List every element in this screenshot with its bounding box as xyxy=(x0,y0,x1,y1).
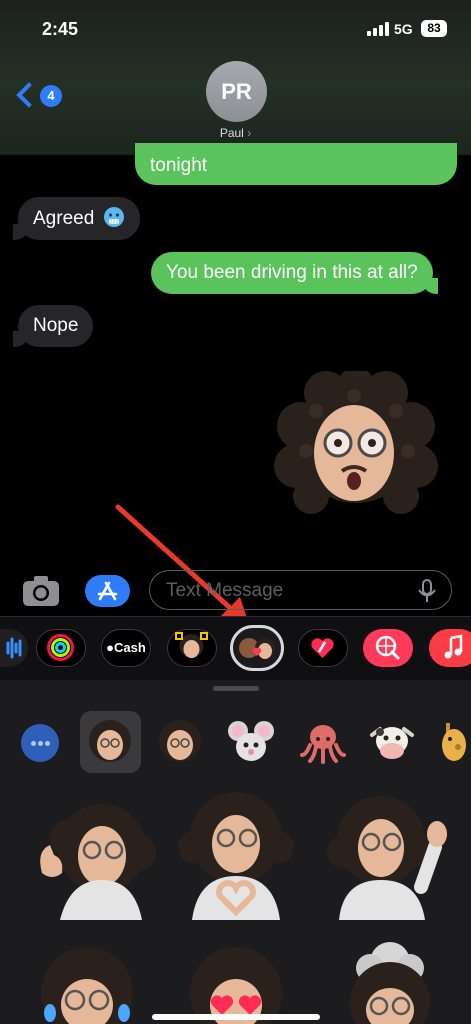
message-bubble-outgoing[interactable]: You been driving in this at all? xyxy=(151,252,438,294)
app-activity[interactable] xyxy=(36,629,86,667)
soundwave-icon xyxy=(6,637,22,659)
octopus-icon[interactable] xyxy=(298,717,348,767)
app-memoji-stickers[interactable] xyxy=(230,625,284,671)
signal-icon xyxy=(367,22,389,36)
more-stickers-button[interactable] xyxy=(21,724,59,762)
drawer-grabber[interactable] xyxy=(213,686,259,691)
activity-rings-icon xyxy=(47,634,74,661)
sticker-mind-blown[interactable] xyxy=(326,940,454,1024)
sticker-laughing[interactable] xyxy=(22,945,152,1024)
app-images-search[interactable] xyxy=(363,629,413,667)
memoji-face-icon xyxy=(175,632,208,658)
message-bubble-incoming[interactable]: Nope xyxy=(12,305,94,347)
app-music[interactable] xyxy=(429,629,471,667)
cold-face-emoji-icon xyxy=(103,207,124,227)
camera-icon[interactable] xyxy=(22,575,60,607)
message-input-placeholder: Text Message xyxy=(166,580,284,601)
heart-icon xyxy=(311,638,334,658)
message-text: You been driving in this at all? xyxy=(166,262,418,283)
status-time: 2:45 xyxy=(42,19,79,39)
app-digital-touch[interactable] xyxy=(298,629,348,667)
music-note-icon xyxy=(444,634,463,659)
home-indicator[interactable] xyxy=(152,1014,320,1020)
memoji-curly-hair-icon[interactable] xyxy=(155,717,205,767)
chevron-right-icon: › xyxy=(247,126,252,140)
cow-icon[interactable] xyxy=(367,717,417,767)
app-soundwave[interactable] xyxy=(0,629,28,667)
network-label: 5G xyxy=(394,21,413,37)
contact-name-label: Paul xyxy=(219,126,244,140)
app-apple-cash[interactable]: ●Cash xyxy=(101,629,151,667)
contact-avatar[interactable]: PR xyxy=(206,61,267,122)
battery-icon: 83 xyxy=(421,20,447,37)
mouse-icon[interactable] xyxy=(226,717,276,767)
contact-name[interactable]: Paul › xyxy=(0,126,471,140)
dot xyxy=(31,741,36,746)
app-cash-label: Cash xyxy=(114,640,146,655)
chevron-left-icon xyxy=(16,82,42,108)
giraffe-icon[interactable] xyxy=(436,717,471,767)
back-button[interactable]: 4 xyxy=(16,82,68,111)
message-text: tonight xyxy=(150,155,208,176)
microphone-icon[interactable] xyxy=(416,579,438,603)
message-bubble-outgoing[interactable]: tonight xyxy=(135,143,457,185)
unread-badge: 4 xyxy=(40,85,62,107)
memoji-stickers-icon xyxy=(239,638,275,659)
globe-search-icon xyxy=(375,635,400,660)
memoji-sticker-message[interactable] xyxy=(266,371,446,521)
message-text: Agreed xyxy=(33,208,95,229)
app-store-icon xyxy=(97,581,118,601)
dot xyxy=(38,741,43,746)
sticker-thumbs-up[interactable] xyxy=(20,798,156,920)
apple-logo-icon: ● xyxy=(106,640,115,655)
app-store-button[interactable] xyxy=(85,575,130,607)
sticker-waving[interactable] xyxy=(325,792,457,920)
sticker-heart-hands[interactable] xyxy=(172,792,300,920)
memoji-curly-hair-icon[interactable] xyxy=(85,717,135,767)
message-bubble-incoming[interactable]: Agreed xyxy=(13,197,140,240)
sticker-heart-eyes[interactable] xyxy=(172,945,300,1024)
dot xyxy=(45,741,50,746)
app-memoji[interactable] xyxy=(167,629,217,667)
message-input[interactable]: Text Message xyxy=(149,570,452,610)
message-text: Nope xyxy=(33,315,79,336)
imessage-app-strip: ●Cash xyxy=(0,616,471,681)
